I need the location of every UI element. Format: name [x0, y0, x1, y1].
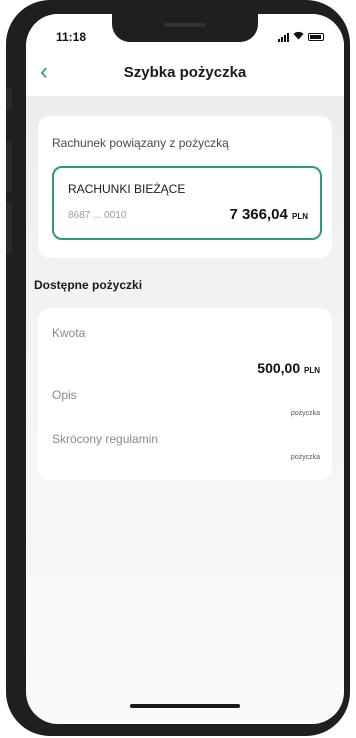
wifi-icon [293, 31, 304, 43]
amount-currency: PLN [304, 366, 320, 375]
status-time: 11:18 [56, 30, 87, 44]
volume-down-button [6, 202, 12, 254]
terms-label: Skrócony regulamin [52, 432, 159, 446]
linked-account-label: Rachunek powiązany z pożyczką [52, 136, 229, 150]
battery-icon [308, 33, 324, 41]
signal-icon [278, 32, 289, 42]
phone-frame: 11:18 ‹ Szybka pożyczka Rachunek powiąza… [6, 0, 350, 736]
mute-switch [6, 88, 12, 110]
amount-value: 500,00 PLN [257, 360, 320, 376]
app-header: ‹ Szybka pożyczka [26, 52, 344, 96]
account-balance: 7 366,04 PLN [229, 206, 308, 223]
notch [112, 14, 258, 42]
speaker-grille [164, 23, 206, 27]
account-number: 8687 ... 0010 [68, 210, 127, 221]
balance-currency: PLN [292, 212, 308, 221]
home-indicator[interactable] [130, 704, 240, 708]
description-label: Opis [52, 388, 77, 402]
account-name: RACHUNKI BIEŻĄCE [68, 182, 186, 196]
amount-number: 500,00 [257, 360, 301, 376]
description-value: pożyczka [290, 410, 320, 417]
status-icons [278, 31, 324, 43]
page-title: Szybka pożyczka [123, 64, 247, 81]
available-loans-heading: Dostępne pożyczki [34, 278, 143, 292]
linked-account-card: Rachunek powiązany z pożyczką RACHUNKI B… [38, 116, 332, 258]
screen: 11:18 ‹ Szybka pożyczka Rachunek powiąza… [26, 14, 344, 724]
account-selector[interactable]: RACHUNKI BIEŻĄCE 8687 ... 0010 7 366,04 … [52, 166, 322, 240]
balance-value: 7 366,04 [229, 206, 288, 223]
volume-up-button [6, 140, 12, 192]
amount-label: Kwota [52, 326, 86, 340]
loan-offer-card[interactable]: Kwota 500,00 PLN Opis pożyczka Skrócony … [38, 308, 332, 480]
terms-value: pożyczka [290, 454, 320, 461]
